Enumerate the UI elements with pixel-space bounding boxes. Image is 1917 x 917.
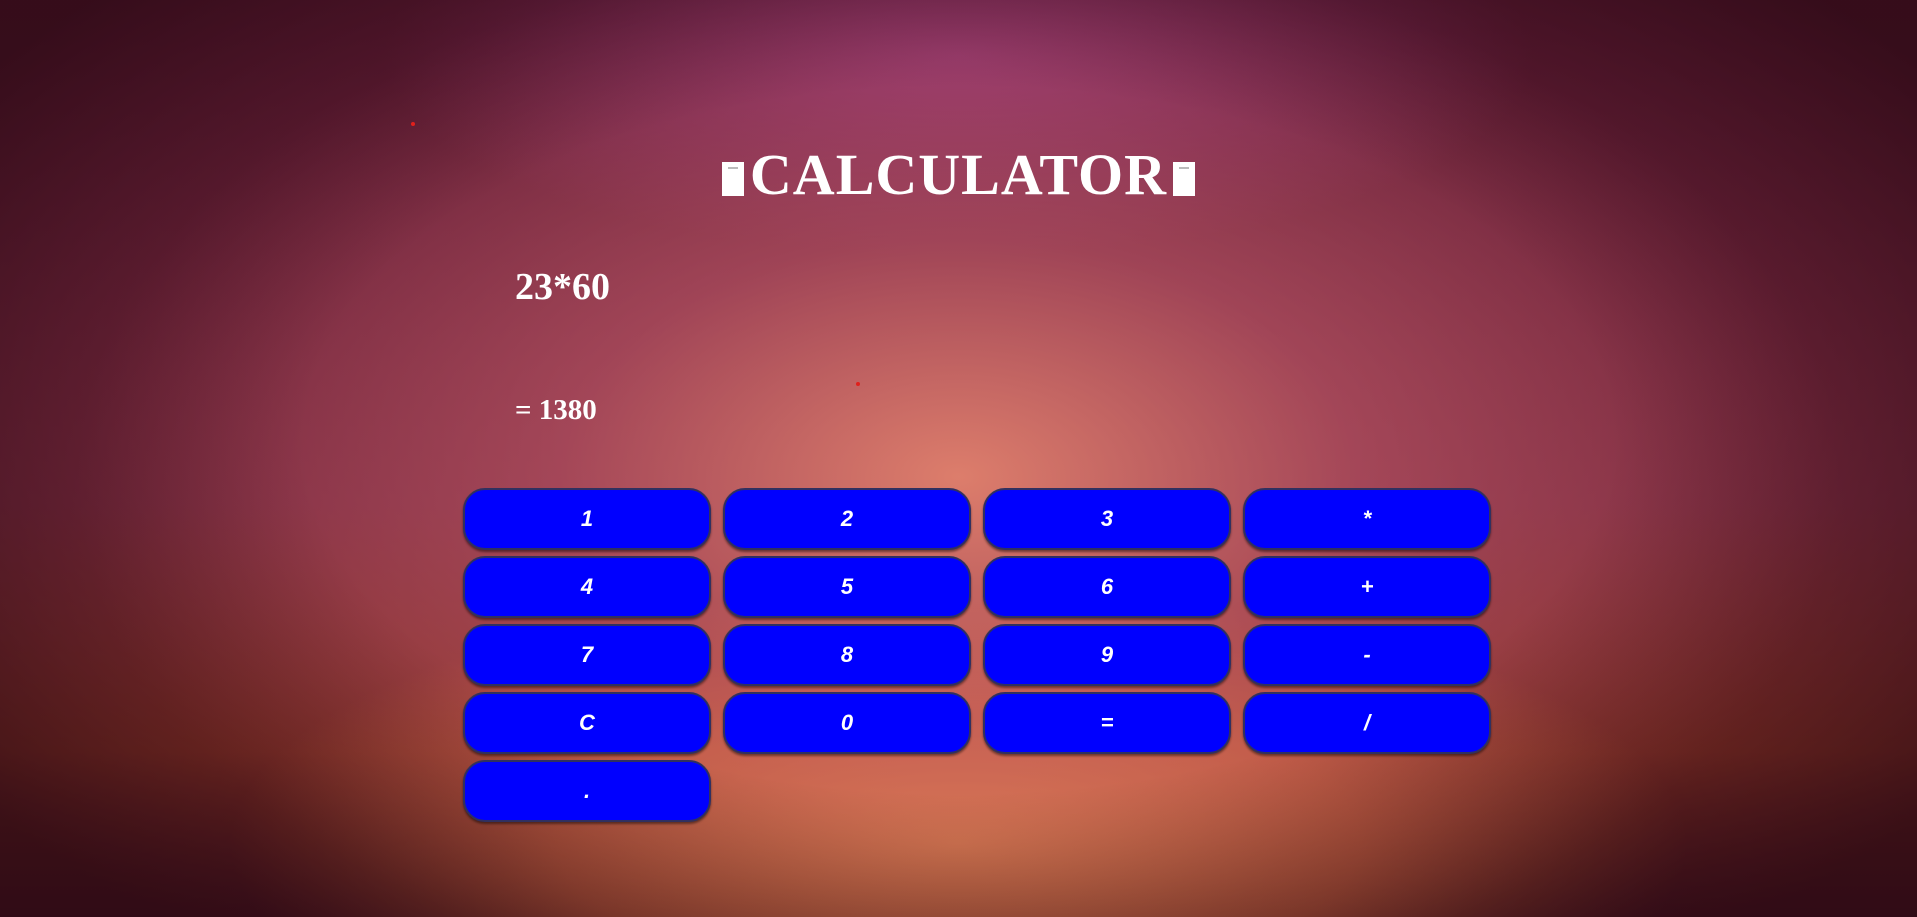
key-add-button[interactable]: + [1243,556,1491,618]
key-6-button[interactable]: 6 [983,556,1231,618]
key-4-button[interactable]: 4 [463,556,711,618]
key-3-button[interactable]: 3 [983,488,1231,550]
key-7-button[interactable]: 7 [463,624,711,686]
result-display: = 1380 [515,394,597,426]
key-0-button[interactable]: 0 [723,692,971,754]
key-divide-button[interactable]: / [1243,692,1491,754]
key-decimal-button[interactable]: . [463,760,711,822]
background-dot [856,382,860,386]
key-2-button[interactable]: 2 [723,488,971,550]
key-multiply-button[interactable]: * [1243,488,1491,550]
key-5-button[interactable]: 5 [723,556,971,618]
background-dot [411,122,415,126]
app-title: CALCULATOR [0,140,1917,210]
keypad: 1 2 3 * 4 5 6 +7 8 9- C 0 = /. [463,488,1491,822]
app-title-text: CALCULATOR [749,142,1168,207]
key-8-button[interactable]: 8 [723,624,971,686]
square-glyph-icon [721,162,744,196]
key-9-button[interactable]: 9 [983,624,1231,686]
key-1-button[interactable]: 1 [463,488,711,550]
key-subtract-button[interactable]: - [1243,624,1491,686]
key-equals-button[interactable]: = [983,692,1231,754]
expression-display: 23*60 [515,266,610,308]
square-glyph-icon [1173,162,1196,196]
key-clear-button[interactable]: C [463,692,711,754]
